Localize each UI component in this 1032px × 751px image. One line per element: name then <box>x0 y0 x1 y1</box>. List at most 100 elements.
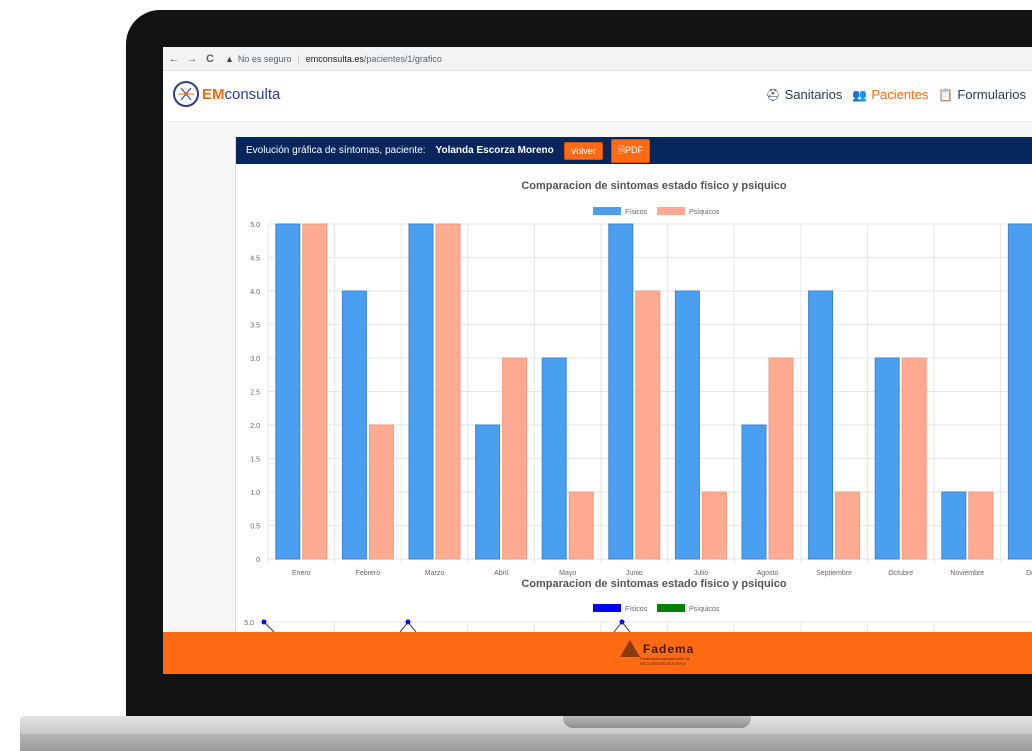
nav-sanitarios-label: Sanitarios <box>784 87 843 102</box>
chart1-bar-psiquicos[interactable] <box>502 357 528 560</box>
chart1-legend-psiquicos: Psíquicos <box>689 209 720 216</box>
chart1-y-tick: 3.5 <box>250 323 260 330</box>
laptop-screen: ← → C ▲ No es seguro | emconsulta.es /pa… <box>163 47 1032 674</box>
volver-button[interactable]: Volver <box>563 141 603 160</box>
app-header: EMconsulta ⛑ Sanitarios 👥 Pacientes 📋 Fo… <box>163 71 1032 122</box>
insecure-label: No es seguro <box>237 53 292 64</box>
url-domain: emconsulta.es <box>305 53 364 64</box>
chart1-y-tick: 0 <box>256 557 260 564</box>
symptoms-charts: Comparacion de sintomas estado fisico y … <box>244 180 1032 632</box>
chart1-x-tick: Octubre <box>888 570 913 577</box>
pdf-button[interactable]: 🗎PDF <box>610 138 650 163</box>
laptop-notch <box>563 716 751 728</box>
site-footer: Fadema Federación asociaciones de ESCLER… <box>163 632 1032 674</box>
chart1-y-tick: 2.5 <box>250 390 260 397</box>
chart1-y-tick: 2.0 <box>250 423 260 430</box>
back-arrow-icon[interactable]: ← <box>167 53 181 65</box>
chart1-bar-fisicos[interactable] <box>541 357 567 560</box>
chart2-legend-psiquicos-swatch <box>657 604 685 612</box>
chart2-line-segment <box>263 621 275 632</box>
nav-formularios[interactable]: 📋 Formularios <box>938 87 1026 102</box>
chart1-legend-fisicos-swatch <box>593 207 621 215</box>
fadema-subtitle: Federación asociaciones de ESCLEROSIS MÚ… <box>640 656 690 666</box>
fadema-logo[interactable]: Fadema Federación asociaciones de ESCLER… <box>620 640 695 666</box>
clipboard-icon: 📋 <box>938 87 954 102</box>
chart2-legend-fisicos: Físicos <box>625 606 648 613</box>
pdf-file-icon: 🗎 <box>617 144 625 155</box>
chart1-bar-fisicos[interactable] <box>341 290 367 560</box>
reload-icon[interactable]: C <box>203 53 217 65</box>
card-title: Evolución gráfica de síntomas, paciente: <box>246 145 426 156</box>
chart1-bar-fisicos[interactable] <box>275 223 301 560</box>
emconsulta-logo[interactable]: EMconsulta <box>173 81 280 107</box>
chart1-bar-fisicos[interactable] <box>608 223 634 560</box>
chart2-legend-fisicos-swatch <box>593 604 621 612</box>
chart-card: Evolución gráfica de síntomas, paciente:… <box>235 137 1032 632</box>
chart1-legend-psiquicos-swatch <box>657 207 685 215</box>
chart1-bar-fisicos[interactable] <box>1007 223 1032 560</box>
chart1-title: Comparacion de sintomas estado fisico y … <box>521 180 787 192</box>
chart1-x-tick: Septiembre <box>816 570 852 577</box>
card-header: Evolución gráfica de síntomas, paciente:… <box>236 137 1032 164</box>
nav-pacientes-label: Pacientes <box>871 87 929 102</box>
chart1-legend-fisicos: Físicos <box>625 209 648 216</box>
chart1-bar-fisicos[interactable] <box>941 491 967 560</box>
laptop-base <box>20 716 1032 734</box>
chart1-bar-fisicos[interactable] <box>408 223 434 560</box>
chart1-x-tick: Marzo <box>425 570 445 577</box>
users-icon: 👥 <box>852 87 868 102</box>
network-logo-icon <box>173 81 199 107</box>
chart2-line-segment <box>621 621 631 632</box>
chart1-y-tick: 0.5 <box>250 524 260 531</box>
warning-icon: ▲ <box>225 53 234 64</box>
url-separator: | <box>297 53 300 64</box>
top-navigation: ⛑ Sanitarios 👥 Pacientes 📋 Formularios <box>755 87 1026 102</box>
chart1-x-tick: Junio <box>626 570 643 577</box>
chart1-bar-psiquicos[interactable] <box>568 491 594 560</box>
forward-arrow-icon[interactable]: → <box>185 53 199 65</box>
browser-toolbar: ← → C ▲ No es seguro | emconsulta.es /pa… <box>163 47 1032 71</box>
chart2-legend-psiquicos: Psíquicos <box>689 606 720 613</box>
chart1-x-tick: Mayo <box>559 570 576 577</box>
chart1-bar-fisicos[interactable] <box>741 424 767 560</box>
chart1-bar-fisicos[interactable] <box>674 290 700 560</box>
fadema-mark-icon <box>620 640 640 657</box>
chart1-bar-psiquicos[interactable] <box>635 290 661 560</box>
patient-name: Yolanda Escorza Moreno <box>435 145 554 156</box>
fadema-wordmark: Fadema <box>643 641 695 656</box>
address-bar[interactable]: ▲ No es seguro | emconsulta.es /paciente… <box>225 51 1032 66</box>
nav-sanitarios[interactable]: ⛑ Sanitarios <box>765 87 842 102</box>
chart1-x-tick: Noviembre <box>950 570 984 577</box>
chart1-y-tick: 4.0 <box>250 289 260 296</box>
chart1-x-tick: Agosto <box>757 570 779 577</box>
chart1-y-tick: 1.5 <box>250 457 260 464</box>
chart2-title: Comparacion de sintomas estado fisico y … <box>521 578 787 590</box>
chart1-bar-psiquicos[interactable] <box>701 491 727 560</box>
chart1-bar-psiquicos[interactable] <box>835 491 861 560</box>
chart1-bar-psiquicos[interactable] <box>901 357 927 560</box>
chart1-bar-psiquicos[interactable] <box>435 223 461 560</box>
chart1-x-tick: Julio <box>694 570 709 577</box>
chart1-bar-fisicos[interactable] <box>874 357 900 560</box>
chart1-bar-psiquicos[interactable] <box>968 491 994 560</box>
chart1-x-tick: Dicie <box>1026 570 1032 577</box>
chart1-x-tick: Abril <box>494 570 508 577</box>
logo-wordmark: EMconsulta <box>202 85 281 103</box>
chart1-bar-psiquicos[interactable] <box>302 223 328 560</box>
chart1-bar-fisicos[interactable] <box>808 290 834 560</box>
nav-pacientes[interactable]: 👥 Pacientes <box>852 87 928 102</box>
chart2-line-segment <box>613 621 623 632</box>
chart1-x-tick: Enero <box>292 570 311 577</box>
chart2-y-tick-top: 5,0 <box>244 620 254 627</box>
chart1-y-tick: 4.5 <box>250 256 260 263</box>
chart1-y-tick: 5.0 <box>250 222 260 229</box>
chart2-line-segment <box>407 621 417 632</box>
chart1-y-tick: 3.0 <box>250 356 260 363</box>
chart1-y-tick: 1.0 <box>250 490 260 497</box>
url-path: /pacientes/1/grafico <box>363 53 442 64</box>
chart1-x-tick: Febrero <box>356 570 381 577</box>
user-md-icon: ⛑ <box>765 87 781 102</box>
chart1-bar-psiquicos[interactable] <box>768 357 794 560</box>
chart1-bar-fisicos[interactable] <box>475 424 501 560</box>
chart1-bar-psiquicos[interactable] <box>368 424 394 560</box>
